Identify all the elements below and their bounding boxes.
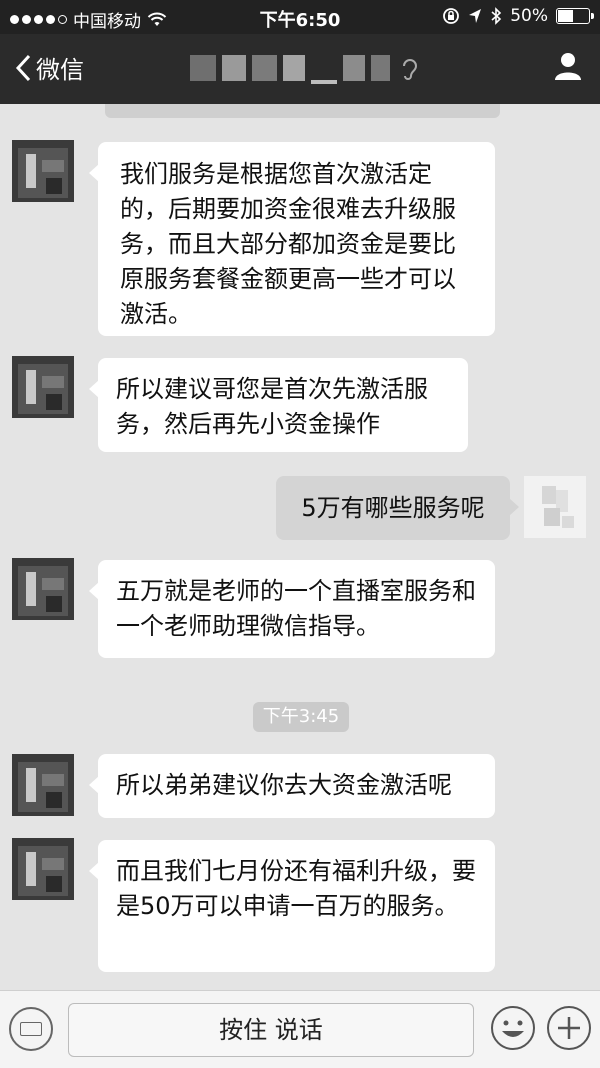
input-bar: 按住 说话	[0, 990, 600, 1068]
contact-avatar[interactable]	[12, 140, 74, 202]
message-bubble-incoming[interactable]: 我们服务是根据您首次激活定的，后期要加资金很难去升级服务，而且大部分都加资金是要…	[89, 142, 495, 336]
ear-icon	[403, 59, 418, 80]
message-bubble-incoming[interactable]: 五万就是老师的一个直播室服务和一个老师助理微信指导。	[89, 560, 495, 658]
timestamp-badge: 下午3:45	[253, 702, 349, 732]
status-right: 50%	[442, 6, 594, 26]
message-text: 所以弟弟建议你去大资金激活呢	[116, 771, 452, 799]
contact-avatar[interactable]	[12, 356, 74, 418]
message-bubble-incoming[interactable]: 所以建议哥您是首次先激活服务，然后再先小资金操作	[89, 358, 468, 452]
keyboard-icon[interactable]	[9, 1007, 53, 1051]
message-text: 而且我们七月份还有福利升级，要是50万可以申请一百万的服务。	[116, 857, 476, 920]
contact-name-redacted	[190, 52, 390, 84]
back-button[interactable]: 微信	[14, 50, 84, 85]
hold-to-talk-button[interactable]: 按住 说话	[68, 1003, 474, 1057]
chat-messages[interactable]: 我们服务是根据您首次激活定的，后期要加资金很难去升级服务，而且大部分都加资金是要…	[0, 118, 600, 990]
system-message-remnant	[105, 104, 500, 118]
chevron-left-icon	[15, 54, 31, 81]
plus-icon[interactable]	[546, 1005, 592, 1051]
my-avatar[interactable]	[524, 476, 586, 538]
emoji-icon[interactable]	[490, 1005, 536, 1051]
message-bubble-incoming[interactable]: 而且我们七月份还有福利升级，要是50万可以申请一百万的服务。	[89, 840, 495, 972]
battery-percent: 50%	[510, 6, 548, 26]
message-bubble-incoming[interactable]: 所以弟弟建议你去大资金激活呢	[89, 754, 495, 818]
message-text: 5万有哪些服务呢	[301, 494, 485, 522]
chat-nav-bar: 微信	[0, 34, 600, 104]
message-text: 所以建议哥您是首次先激活服务，然后再先小资金操作	[116, 375, 428, 438]
person-icon[interactable]	[552, 50, 584, 82]
rotation-lock-icon	[443, 8, 460, 24]
contact-avatar[interactable]	[12, 558, 74, 620]
message-text: 我们服务是根据您首次激活定的，后期要加资金很难去升级服务，而且大部分都加资金是要…	[120, 160, 456, 328]
battery-icon	[556, 8, 594, 24]
bluetooth-icon	[491, 7, 502, 25]
message-text: 五万就是老师的一个直播室服务和一个老师助理微信指导。	[116, 577, 476, 640]
message-bubble-outgoing[interactable]: 5万有哪些服务呢	[276, 476, 519, 540]
contact-avatar[interactable]	[12, 838, 74, 900]
back-label: 微信	[36, 56, 84, 84]
location-icon	[469, 9, 482, 23]
status-bar: 中国移动 下午6:50 50%	[0, 0, 600, 34]
contact-avatar[interactable]	[12, 754, 74, 816]
